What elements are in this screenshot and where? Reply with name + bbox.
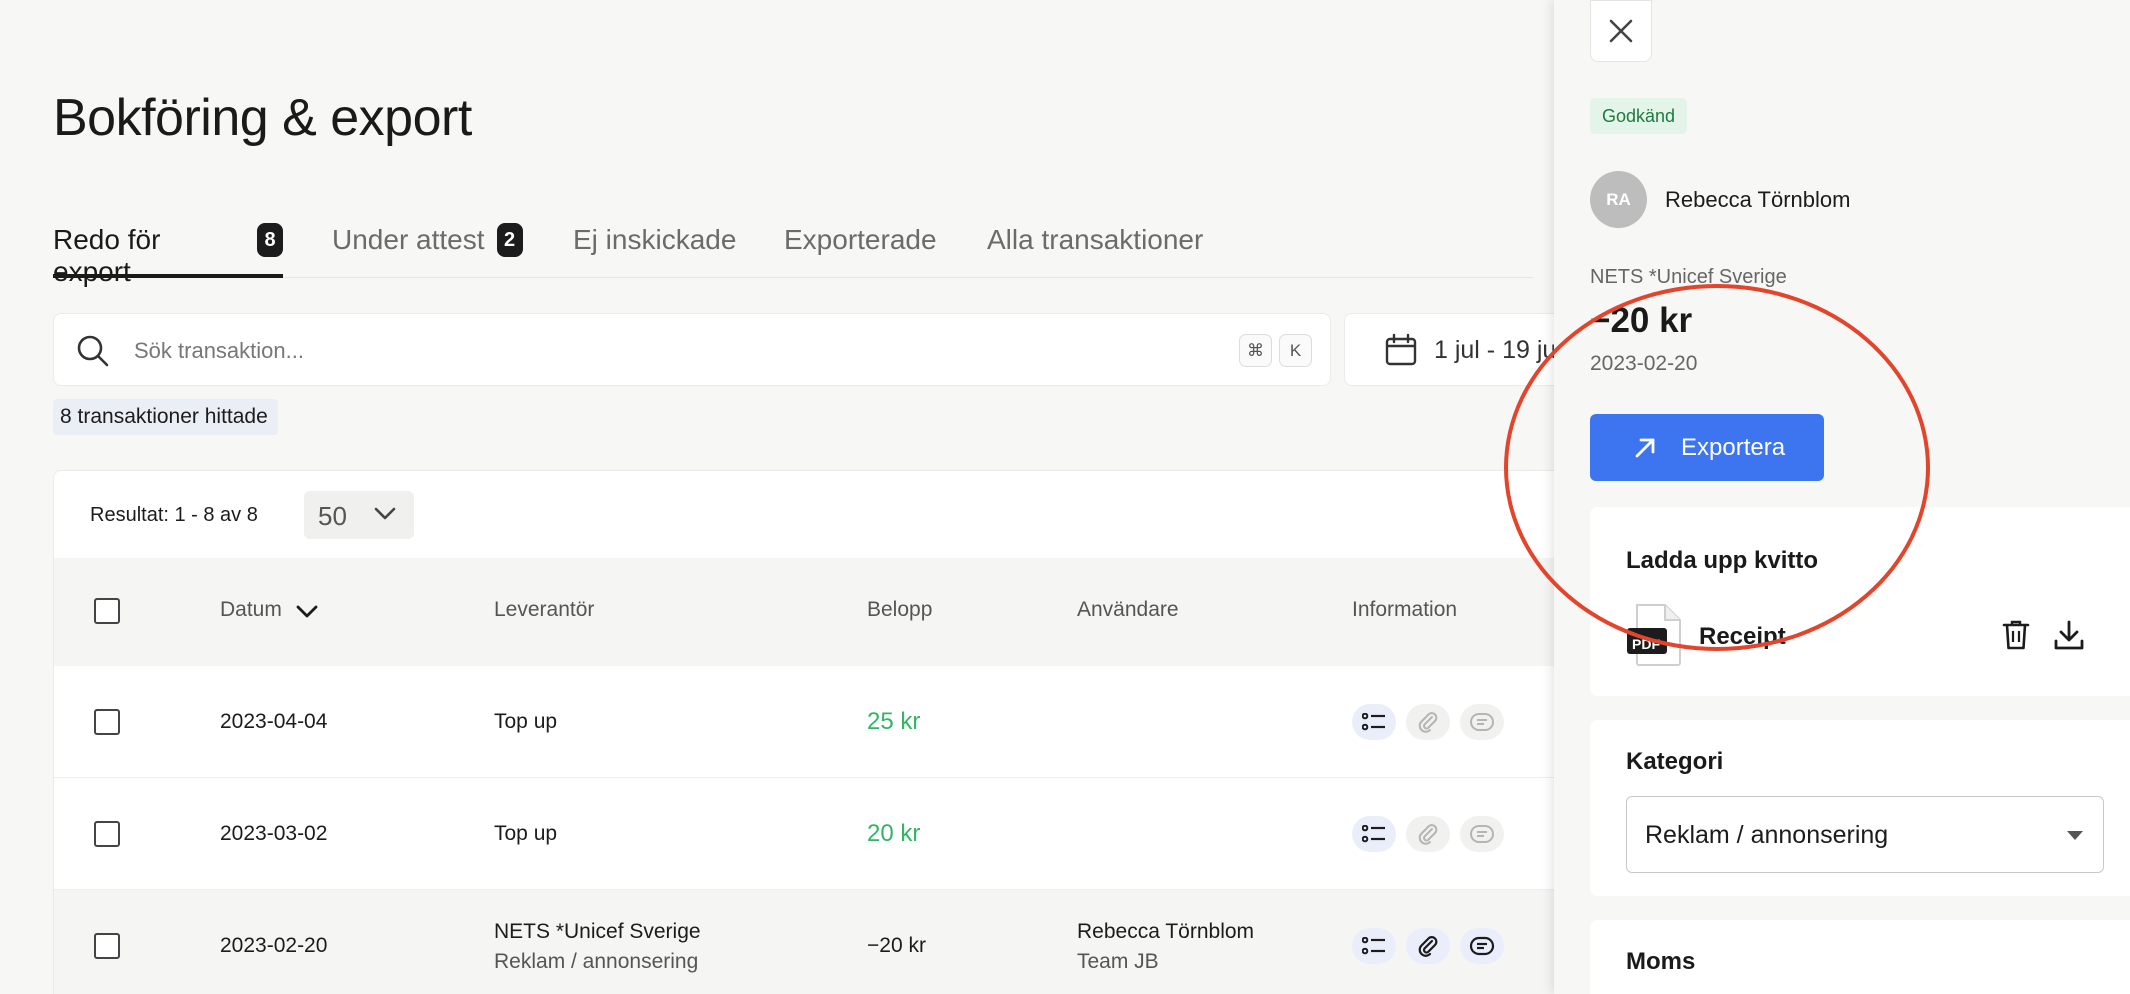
pdf-file-icon[interactable] [1627,604,1681,666]
delete-receipt-button[interactable] [1998,617,2034,653]
avatar: RA [1590,171,1647,228]
column-header-amount: Belopp [867,598,933,621]
page-title: Bokföring & export [53,89,472,147]
row-date: 2023-02-20 [220,934,328,957]
tab-count-badge: 2 [496,223,523,257]
category-section: Kategori Reklam / annonsering [1590,720,2130,896]
tab-label: Alla transaktioner [987,224,1204,255]
category-select-value: Reklam / annonsering [1645,821,1889,849]
row-supplier: Top up [494,822,558,845]
search-icon [77,335,109,367]
row-amount: −20 kr [867,934,926,957]
comment-icon[interactable] [1460,928,1504,964]
tab-label: Under attest [332,224,485,255]
attachment-icon[interactable] [1406,816,1450,852]
tab-all-transactions[interactable]: Alla transaktioner [987,218,1203,278]
row-date: 2023-03-02 [220,822,328,845]
results-range-label: Resultat: 1 - 8 av 8 [90,504,258,526]
download-receipt-button[interactable] [2051,617,2087,653]
close-icon [1609,19,1633,43]
pdf-file-type: PDF [1632,636,1660,652]
table-row[interactable]: 2023-04-04 Top up 25 kr [54,666,1554,778]
status-badge: Godkänd [1590,98,1688,134]
search-input[interactable]: Sök transaktion... [134,338,304,364]
user-name: Rebecca Törnblom [1665,187,1851,212]
tab-label: Redo för export [53,224,161,287]
table-row[interactable]: 2023-03-02 Top up 20 kr [54,778,1554,890]
tab-ready-for-export[interactable]: Redo för export 8 [53,218,283,287]
calendar-icon [1385,333,1417,366]
tab-not-submitted[interactable]: Ej inskickade [573,218,736,278]
tab-label: Ej inskickade [573,224,737,255]
details-list-icon[interactable] [1352,816,1396,852]
export-button[interactable]: Exportera [1590,414,1824,481]
transaction-date: 2023-02-20 [1590,352,1698,375]
column-header-supplier: Leverantör [494,598,595,621]
k-key-hint: K [1279,334,1312,367]
transaction-amount: −20 kr [1590,301,1693,340]
tab-label: Exporterade [784,224,937,255]
row-supplier: Top up [494,710,558,733]
receipt-section-title: Ladda upp kvitto [1626,547,1818,574]
vat-section-title: Moms [1626,948,1696,975]
column-header-user: Användare [1077,598,1179,621]
download-icon [2054,620,2084,650]
transaction-detail-panel: Godkänd RA Rebecca Törnblom NETS *Unicef… [1554,0,2130,994]
vat-section: Moms [1590,920,2130,994]
row-supplier: NETS *Unicef Sverige [494,920,701,943]
receipt-section: Ladda upp kvitto PDF Receipt [1590,507,2130,696]
export-label: Exportera [1681,433,1786,461]
details-list-icon[interactable] [1352,704,1396,740]
main-area: Bokföring & export Redo för export 8 Und… [0,0,1554,994]
per-page-select[interactable]: 50 [304,491,414,539]
row-checkbox[interactable] [94,821,120,847]
row-amount: 25 kr [867,708,921,735]
attachment-icon[interactable] [1406,704,1450,740]
tab-under-approval[interactable]: Under attest 2 [332,218,523,278]
column-header-date[interactable]: Datum [220,598,282,622]
row-team: Team JB [1077,950,1159,973]
row-user: Rebecca Törnblom [1077,920,1255,943]
tab-count-badge: 8 [257,223,283,257]
row-checkbox[interactable] [94,709,120,735]
row-checkbox[interactable] [94,933,120,959]
comment-icon[interactable] [1460,704,1504,740]
close-panel-button[interactable] [1590,0,1652,62]
comment-icon[interactable] [1460,816,1504,852]
trash-icon [2002,620,2030,650]
command-key-hint: ⌘ [1239,334,1272,367]
tab-exported[interactable]: Exporterade [784,218,937,278]
caret-down-icon [2067,831,2083,840]
select-all-checkbox[interactable] [94,598,120,624]
date-range-label: 1 jul - 19 jul [1434,336,1554,364]
merchant-name: NETS *Unicef Sverige [1590,266,1787,288]
table-row-selected[interactable]: 2023-02-20 NETS *Unicef Sverige Reklam /… [54,890,1554,994]
sort-chevron-icon[interactable] [296,605,318,619]
chevron-down-icon [374,507,396,520]
attachment-icon[interactable] [1406,928,1450,964]
table-header: Datum Leverantör Belopp Användare Inform… [54,558,1554,666]
search-box[interactable]: Sök transaktion... ⌘ K [53,313,1331,386]
column-header-information: Information [1352,598,1458,621]
row-category: Reklam / annonsering [494,950,699,973]
category-select[interactable]: Reklam / annonsering [1626,796,2104,873]
row-amount: 20 kr [867,820,921,847]
arrow-up-right-icon [1635,438,1655,457]
receipt-file-name[interactable]: Receipt [1699,623,1786,651]
tab-bar: Redo för export 8 Under attest 2 Ej insk… [53,218,1533,287]
transactions-table-card: Resultat: 1 - 8 av 8 50 Datum Leverantör… [53,470,1554,994]
category-section-title: Kategori [1626,748,1724,775]
date-range-picker[interactable]: 1 jul - 19 jul [1344,313,1554,386]
per-page-value: 50 [318,501,347,531]
results-count-badge: 8 transaktioner hittade [53,399,278,435]
row-date: 2023-04-04 [220,710,328,733]
details-list-icon[interactable] [1352,928,1396,964]
